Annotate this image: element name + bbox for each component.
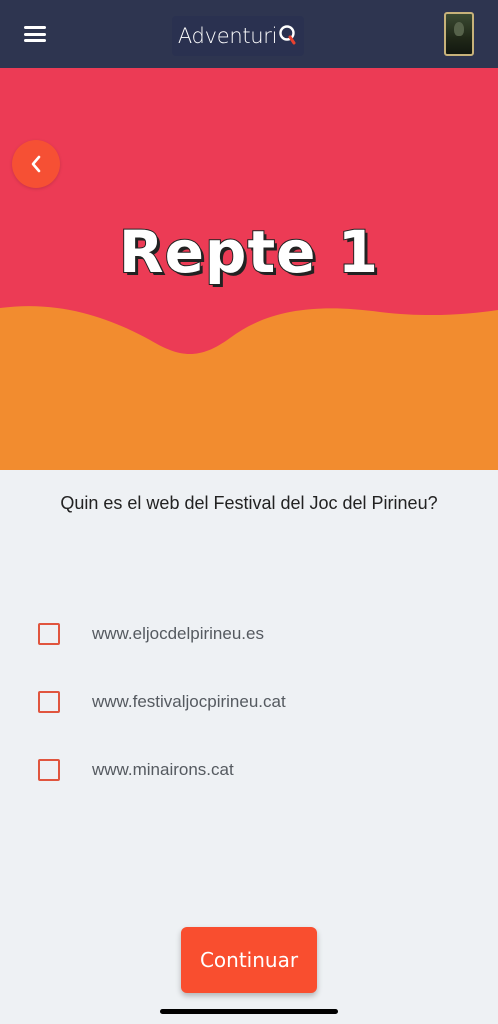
back-button[interactable]: [12, 140, 60, 188]
brand-name: Adventuri: [177, 24, 278, 48]
answer-option-3[interactable]: www.minairons.cat: [38, 736, 458, 804]
hamburger-menu-icon[interactable]: [22, 24, 48, 44]
answer-label: www.minairons.cat: [92, 760, 234, 779]
checkbox[interactable]: [38, 691, 60, 713]
answer-label: www.eljocdelpirineu.es: [92, 624, 264, 643]
brand-logo[interactable]: Adventuri: [172, 16, 304, 56]
chevron-left-icon: [31, 155, 41, 173]
checkbox[interactable]: [38, 623, 60, 645]
avatar[interactable]: [444, 12, 474, 56]
checkbox[interactable]: [38, 759, 60, 781]
answer-option-1[interactable]: www.eljocdelpirineu.es: [38, 600, 458, 668]
home-indicator: [160, 1009, 338, 1014]
challenge-title: Repte 1: [118, 217, 380, 287]
continue-button[interactable]: Continuar: [181, 927, 317, 993]
answer-options: www.eljocdelpirineu.es www.festivaljocpi…: [38, 600, 458, 804]
answer-label: www.festivaljocpirineu.cat: [92, 692, 286, 711]
question-text: Quin es el web del Festival del Joc del …: [60, 493, 438, 513]
app-header: Adventuri: [0, 0, 498, 68]
answer-option-2[interactable]: www.festivaljocpirineu.cat: [38, 668, 458, 736]
map-pin-q-icon: [278, 22, 298, 51]
